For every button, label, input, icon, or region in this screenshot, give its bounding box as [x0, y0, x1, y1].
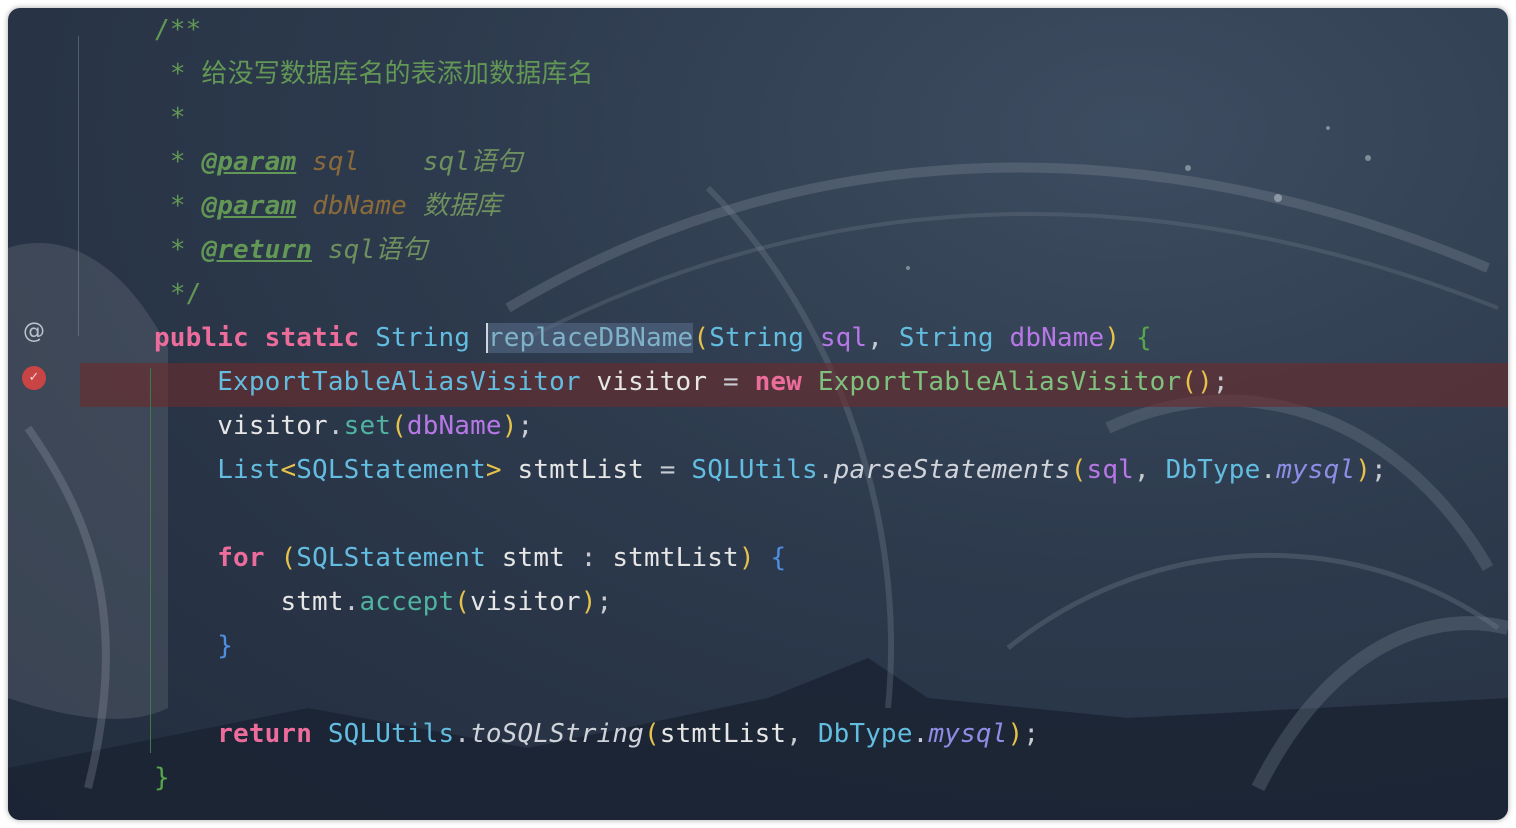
comment-star: * [169, 191, 186, 221]
code-line-3[interactable]: * [154, 96, 186, 140]
code-editor-window: @ ✓ /** * 给没写数据库名的表添加数据库名 * * @param sql… [8, 8, 1508, 820]
comment-open: /** [154, 15, 202, 45]
field-mysql: mysql [928, 719, 1008, 749]
type-visitor: ExportTableAliasVisitor [217, 367, 581, 397]
comment-description: * 给没写数据库名的表添加数据库名 [169, 59, 594, 89]
var-stmtlist: stmtList [612, 543, 739, 573]
javadoc-param-desc: 数据库 [422, 191, 502, 221]
type-dbtype: DbType [1165, 455, 1261, 485]
javadoc-param-tag: @param [201, 147, 297, 177]
type-dbtype: DbType [817, 719, 913, 749]
var-visitor: visitor [217, 411, 328, 441]
type-string: String [898, 323, 994, 353]
code-line-1[interactable]: /** [154, 8, 201, 52]
keyword-new: new [754, 367, 802, 397]
comment-star: * [169, 103, 186, 133]
method-parsestatements: parseStatements [833, 455, 1071, 485]
keyword-public: public [154, 323, 249, 353]
code-line-7[interactable]: */ [154, 272, 201, 316]
param-sql: sql [1086, 455, 1134, 485]
param-sql: sql [819, 323, 868, 353]
type-sqlstatement: SQLStatement [296, 543, 486, 573]
javadoc-param-name: sql [312, 147, 360, 177]
code-line-9-breakpoint[interactable]: ExportTableAliasVisitor visitor = new Ex… [154, 360, 1229, 404]
type-list: List [217, 455, 281, 485]
code-line-17-return[interactable]: return SQLUtils.toSQLString(stmtList, Db… [154, 712, 1039, 756]
type-string: String [709, 323, 805, 353]
method-set: set [343, 411, 392, 441]
code-line-6[interactable]: * @return sql语句 [154, 228, 428, 272]
code-line-5[interactable]: * @param dbName 数据库 [154, 184, 501, 228]
javadoc-return-desc: sql语句 [327, 235, 428, 265]
var-stmtlist: stmtList [659, 719, 787, 749]
param-dbname: dbName [406, 411, 502, 441]
var-stmt: stmt [280, 587, 344, 617]
javadoc-return-tag: @return [201, 235, 313, 265]
keyword-for: for [217, 543, 265, 573]
param-dbname: dbName [1009, 323, 1105, 353]
var-visitor: visitor [470, 587, 581, 617]
keyword-static: static [264, 323, 360, 353]
type-sqlutils: SQLUtils [327, 719, 455, 749]
method-name-highlighted[interactable]: replaceDBName [485, 323, 694, 353]
field-mysql: mysql [1276, 455, 1356, 485]
type-sqlutils: SQLUtils [691, 455, 818, 485]
comment-close: */ [169, 279, 202, 309]
code-line-2[interactable]: * 给没写数据库名的表添加数据库名 [154, 52, 594, 96]
code-area[interactable]: /** * 给没写数据库名的表添加数据库名 * * @param sql sql… [8, 8, 1508, 820]
code-line-15[interactable]: } [154, 624, 233, 668]
method-accept: accept [359, 587, 455, 617]
comment-star: * [169, 147, 186, 177]
code-line-14[interactable]: stmt.accept(visitor); [154, 580, 612, 624]
var-stmt: stmt [501, 543, 565, 573]
comment-star: * [169, 235, 186, 265]
method-tosqlstring: toSQLString [470, 719, 644, 749]
code-line-18[interactable]: } [154, 756, 170, 800]
type-string: String [375, 323, 471, 353]
code-line-8-method-signature[interactable]: public static String replaceDBName(Strin… [154, 316, 1152, 360]
javadoc-param-tag: @param [201, 191, 297, 221]
javadoc-param-desc: sql语句 [422, 147, 523, 177]
code-line-13-for[interactable]: for (SQLStatement stmt : stmtList) { [154, 536, 786, 580]
javadoc-param-name: dbName [312, 191, 407, 221]
keyword-return: return [217, 719, 313, 749]
var-stmtlist: stmtList [517, 455, 644, 485]
code-line-10[interactable]: visitor.set(dbName); [154, 404, 533, 448]
code-line-11[interactable]: List<SQLStatement> stmtList = SQLUtils.p… [154, 448, 1387, 492]
code-line-4[interactable]: * @param sql sql语句 [154, 140, 522, 184]
var-visitor: visitor [596, 367, 708, 397]
type-sqlstatement: SQLStatement [296, 455, 486, 485]
constructor-call: ExportTableAliasVisitor [817, 367, 1182, 397]
